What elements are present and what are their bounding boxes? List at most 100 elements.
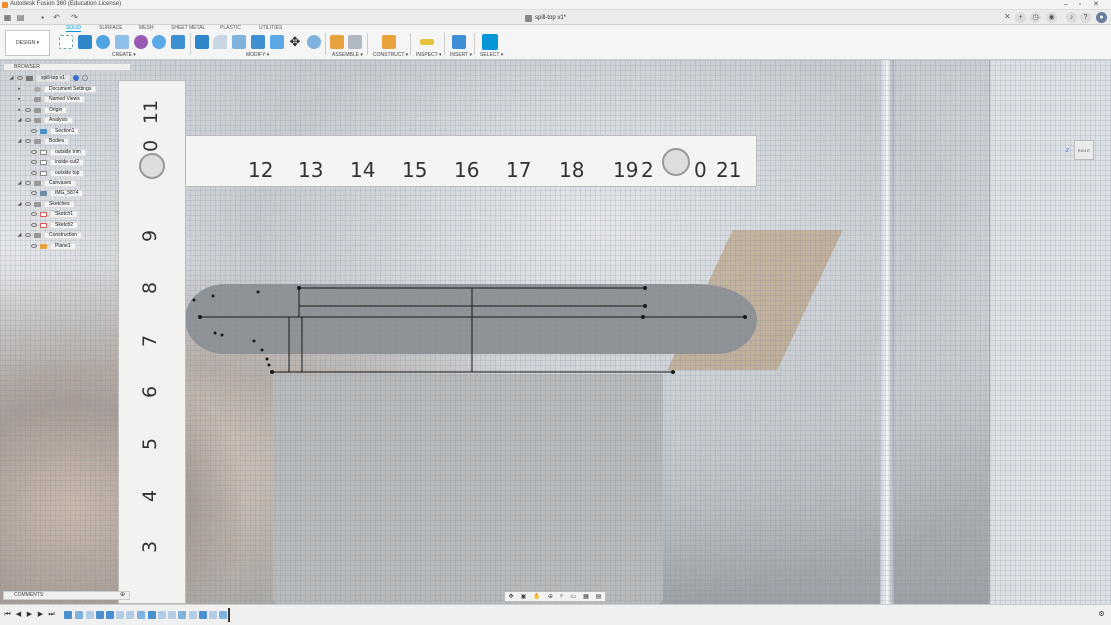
assemble-group-label[interactable]: ASSEMBLE ▾	[332, 52, 363, 58]
timeline-feature[interactable]	[86, 611, 94, 619]
timeline-feature[interactable]	[209, 611, 217, 619]
activate-icon[interactable]	[72, 75, 79, 81]
form-icon[interactable]	[134, 35, 148, 49]
display-settings-icon[interactable]: ▭	[570, 593, 576, 600]
modify-group-label[interactable]: MODIFY ▾	[246, 52, 269, 58]
browser-item-canvas[interactable]: IMG_5874	[31, 189, 84, 197]
workspace-selector[interactable]: DESIGN ▾	[5, 30, 50, 56]
timeline-feature[interactable]	[199, 611, 207, 619]
tab-document[interactable]: spill-top v1*	[525, 12, 566, 24]
sketch-point[interactable]	[252, 339, 256, 343]
minimize-button[interactable]: –	[1060, 0, 1072, 10]
play-icon[interactable]: ▶	[25, 610, 34, 620]
timeline-feature[interactable]	[96, 611, 104, 619]
move-icon[interactable]: ✥	[288, 35, 302, 49]
avatar-icon[interactable]: ●	[1096, 12, 1107, 23]
offset-plane-icon[interactable]	[382, 35, 396, 49]
construct-group-label[interactable]: CONSTRUCT ▾	[373, 52, 408, 58]
timeline-feature[interactable]	[178, 611, 186, 619]
browser-root[interactable]: ◢ spill-top v1	[9, 74, 88, 82]
browser-item-plane[interactable]: Plane1	[31, 242, 76, 250]
viewports-icon[interactable]: ▤	[596, 593, 602, 600]
look-at-icon[interactable]: ▣	[521, 593, 527, 600]
browser-item-section1[interactable]: Section1	[31, 127, 80, 135]
sketch-point[interactable]	[643, 304, 647, 308]
eye-icon[interactable]	[25, 108, 31, 112]
add-comment-icon[interactable]: ⊕	[120, 592, 125, 599]
browser-item-sketch[interactable]: Sketch2	[31, 221, 79, 229]
browser-item-body[interactable]: inside-cut2	[31, 158, 85, 166]
revolve-icon[interactable]	[96, 35, 110, 49]
eye-icon[interactable]	[31, 191, 37, 195]
browser-item-analysis[interactable]: ◢ Analysis	[17, 116, 73, 124]
plus-icon[interactable]: +	[1015, 12, 1026, 23]
jobs-icon[interactable]: ◉	[1046, 12, 1057, 23]
close-window-button[interactable]: ✕	[1090, 0, 1102, 10]
browser-item-body[interactable]: outside trim	[31, 148, 86, 156]
go-to-start-icon[interactable]: ⏮	[3, 610, 12, 620]
timeline-feature[interactable]	[148, 611, 156, 619]
step-forward-icon[interactable]: ▶	[36, 610, 45, 620]
redo-icon[interactable]: ↷	[70, 13, 79, 22]
eye-icon[interactable]	[25, 118, 31, 122]
sketch-point[interactable]	[220, 333, 224, 337]
new-component-icon[interactable]	[330, 35, 344, 49]
browser-item-construction[interactable]: ◢ Construction	[17, 231, 83, 239]
inspect-group-label[interactable]: INSPECT ▾	[416, 52, 441, 58]
sketch-point[interactable]	[192, 298, 196, 302]
browser-item-canvases[interactable]: ◢ Canvases	[17, 179, 77, 187]
sketch-point[interactable]	[213, 331, 217, 335]
zoom-icon[interactable]: ⊕	[548, 593, 553, 600]
sketch-point[interactable]	[267, 363, 271, 367]
orbit-icon[interactable]: ✥	[509, 593, 514, 600]
comments-panel[interactable]: COMMENTS ⊕	[3, 591, 130, 600]
collapse-icon[interactable]: ◢	[17, 232, 22, 238]
timeline-feature[interactable]	[106, 611, 114, 619]
sketch-point[interactable]	[265, 357, 269, 361]
combine-icon[interactable]	[251, 35, 265, 49]
maximize-button[interactable]: ▫	[1074, 0, 1086, 10]
eye-icon[interactable]	[31, 212, 37, 216]
sketch-point[interactable]	[256, 290, 260, 294]
collapse-icon[interactable]: ◢	[17, 138, 22, 144]
browser-item-body[interactable]: outside top	[31, 169, 85, 177]
expand-icon[interactable]: ▸	[17, 107, 22, 113]
undo-icon[interactable]: ↶	[52, 13, 61, 22]
sketch-point[interactable]	[211, 294, 215, 298]
eye-icon[interactable]	[31, 129, 37, 133]
sketch-point[interactable]	[270, 370, 274, 374]
hole-icon[interactable]	[115, 35, 129, 49]
sketch-point[interactable]	[671, 370, 675, 374]
eye-icon[interactable]	[25, 181, 31, 185]
help-icon[interactable]: ?	[1080, 12, 1091, 23]
eye-icon[interactable]	[17, 76, 23, 80]
eye-icon[interactable]	[31, 244, 37, 248]
select-group-label[interactable]: SELECT ▾	[480, 52, 503, 58]
timeline-feature[interactable]	[116, 611, 124, 619]
eye-icon[interactable]	[25, 233, 31, 237]
tab-solid[interactable]: SOLID	[66, 25, 82, 32]
step-back-icon[interactable]: ◀	[14, 610, 23, 620]
clock-icon[interactable]: ◷	[1030, 12, 1041, 23]
browser-item-sketches[interactable]: ◢ Sketches	[17, 200, 75, 208]
browser-item-origin[interactable]: ▸ Origin	[17, 106, 68, 114]
create-group-label[interactable]: CREATE ▾	[112, 52, 136, 58]
browser-item-named-views[interactable]: ▸ Named Views	[17, 95, 85, 103]
chamfer-icon[interactable]	[232, 35, 246, 49]
timeline-settings-icon[interactable]: ⚙	[1097, 610, 1106, 620]
timeline-feature[interactable]	[158, 611, 166, 619]
grid-icon[interactable]: ▦	[3, 13, 12, 22]
browser-header[interactable]: BROWSER	[3, 63, 131, 71]
timeline-feature[interactable]	[219, 611, 227, 619]
go-to-end-icon[interactable]: ⏭	[47, 610, 56, 620]
collapse-icon[interactable]: ◢	[17, 180, 22, 186]
shell-icon[interactable]	[171, 35, 185, 49]
grid-settings-icon[interactable]: ▦	[583, 593, 589, 600]
offset-face-icon[interactable]	[270, 35, 284, 49]
timeline-feature[interactable]	[64, 611, 72, 619]
timeline-marker[interactable]	[228, 608, 230, 622]
tab-surface[interactable]: SURFACE	[99, 25, 123, 32]
sketch-point[interactable]	[297, 286, 301, 290]
browser-item-sketch[interactable]: Sketch1	[31, 210, 79, 218]
timeline-feature[interactable]	[75, 611, 83, 619]
